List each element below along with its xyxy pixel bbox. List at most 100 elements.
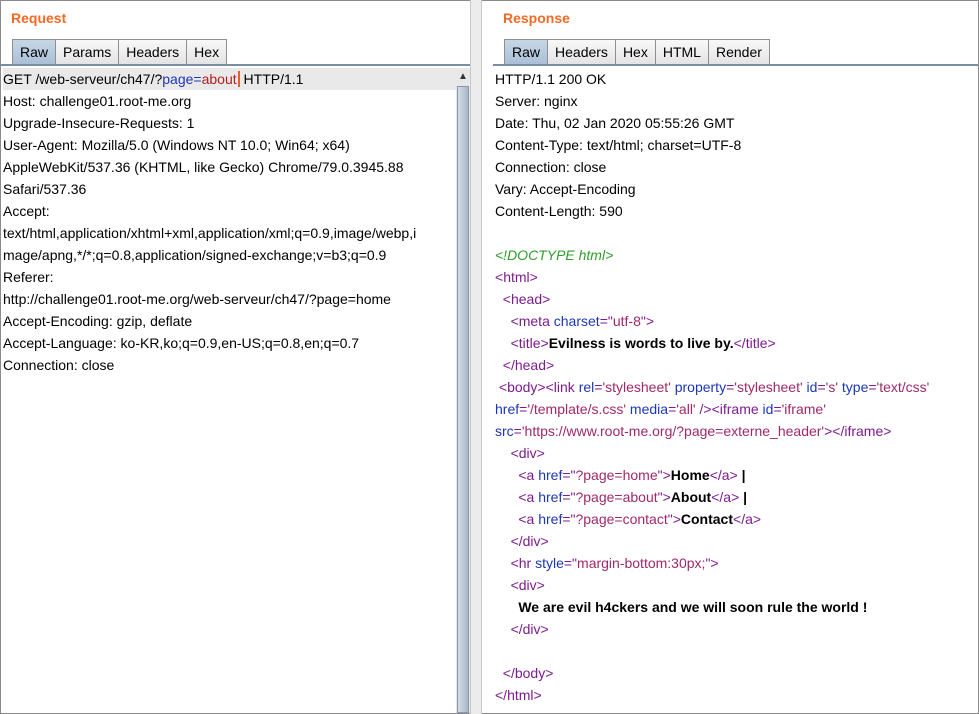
response-body-line: We are evil h4ckers and we will soon rul… — [495, 596, 978, 618]
code-token: 'iframe' — [781, 401, 826, 417]
response-header-line: Content-Length: 590 — [495, 203, 623, 219]
code-token: </a> — [733, 511, 762, 527]
response-body-line — [495, 640, 978, 662]
code-token: <body><link — [498, 379, 579, 395]
code-token: "> — [705, 555, 719, 571]
code-token: media — [626, 401, 669, 417]
code-token: <meta — [510, 313, 554, 329]
response-tab-headers[interactable]: Headers — [547, 39, 616, 65]
request-header-line: Accept-Encoding: gzip, deflate — [3, 313, 193, 329]
request-header-line: Host: challenge01.root-me.org — [3, 93, 192, 109]
request-header-line: http://challenge01.root-me.org/web-serve… — [3, 291, 391, 307]
code-token: <head> — [502, 291, 551, 307]
code-token: "> — [667, 511, 681, 527]
code-token: ?page=home — [575, 467, 658, 483]
request-tab-params[interactable]: Params — [55, 39, 120, 65]
request-header-line: mage/apng,*/*;q=0.8,application/signed-e… — [3, 247, 387, 263]
response-editor[interactable]: HTTP/1.1 200 OK Server: nginx Date: Thu, 0… — [495, 68, 978, 713]
code-token: 'https://www.root-me.org/?page=externe_h… — [521, 423, 825, 439]
request-line-prefix: GET /web-serveur/ch47/? — [3, 71, 163, 87]
request-tab-headers[interactable]: Headers — [118, 39, 188, 65]
scroll-up-icon[interactable]: ▲ — [456, 70, 470, 84]
response-body-line: <a href="?page=about">About</a> | — [495, 486, 978, 508]
request-tab-hex[interactable]: Hex — [186, 39, 228, 65]
response-body-line: src='https://www.root-me.org/?page=exter… — [495, 420, 978, 442]
code-token: > — [529, 269, 538, 285]
code-token: 'text/css' — [876, 379, 930, 395]
code-token: 'all' — [676, 401, 696, 417]
code-token: ?page=contact — [575, 511, 668, 527]
request-editor[interactable]: GET /web-serveur/ch47/?page=about HTTP/1… — [3, 68, 456, 713]
code-token: </head> — [502, 357, 555, 373]
request-title: Request — [11, 10, 67, 26]
request-headers: Host: challenge01.root-me.org Upgrade-Ins… — [3, 90, 456, 376]
code-token: href — [495, 401, 520, 417]
code-token: </div> — [510, 533, 549, 549]
response-tab-render[interactable]: Render — [707, 39, 770, 65]
code-token: 'stylesheet' — [734, 379, 803, 395]
response-tab-hex[interactable]: Hex — [614, 39, 656, 65]
response-header-line: Content-Type: text/html; charset=UTF-8 — [495, 137, 742, 153]
response-body: <!DOCTYPE html> <html> <head> <meta chars… — [495, 244, 978, 706]
code-token: =" — [599, 313, 613, 329]
code-token: We are evil h4ckers and we will soon rul… — [518, 599, 868, 615]
code-token: Home — [670, 467, 710, 483]
code-token: <title> — [510, 335, 549, 351]
request-header-line: Safari/537.36 — [3, 181, 87, 197]
request-header-line: AppleWebKit/537.36 (KHTML, like Gecko) C… — [3, 159, 404, 175]
response-header-line: HTTP/1.1 200 OK — [495, 71, 607, 87]
response-tab-html[interactable]: HTML — [654, 39, 709, 65]
response-header-line: Date: Thu, 02 Jan 2020 05:55:26 GMT — [495, 115, 735, 131]
response-body-line: <a href="?page=contact">Contact</a> — [495, 508, 978, 530]
request-line: GET /web-serveur/ch47/?page=about HTTP/1… — [3, 68, 456, 90]
code-token: =" — [562, 511, 576, 527]
response-body-line: <div> — [495, 442, 978, 464]
response-tab-raw[interactable]: Raw — [504, 39, 549, 65]
response-body-line: <title>Evilness is words to live by.</ti… — [495, 332, 978, 354]
request-pane: Request Raw Params Headers Hex GET /web-… — [0, 0, 470, 714]
code-token: style — [535, 555, 564, 571]
code-token: </title> — [733, 335, 776, 351]
code-token: | — [739, 489, 748, 505]
code-token: href — [538, 467, 563, 483]
code-token: ?page=about — [575, 489, 658, 505]
response-body-line: </div> — [495, 618, 978, 640]
code-token: <a — [518, 511, 539, 527]
code-token: id — [802, 379, 818, 395]
code-token: href — [538, 489, 563, 505]
request-scrollbar[interactable]: ▲ — [456, 68, 470, 713]
request-tab-raw[interactable]: Raw — [12, 39, 57, 65]
request-param-equals: = — [193, 71, 202, 87]
response-header-line: Vary: Accept-Encoding — [495, 181, 636, 197]
scrollbar-thumb[interactable] — [457, 86, 469, 713]
code-token: rel — [578, 379, 595, 395]
response-body-line: <div> — [495, 574, 978, 596]
code-token: = — [868, 379, 877, 395]
response-body-line: <meta charset="utf-8"> — [495, 310, 978, 332]
pane-splitter[interactable] — [470, 0, 482, 714]
response-tabs: Raw Headers Hex HTML Render — [504, 39, 770, 65]
code-token: </body> — [502, 665, 554, 681]
response-body-line: <html> — [495, 266, 978, 288]
code-token: </a> — [711, 489, 740, 505]
response-title: Response — [503, 10, 570, 26]
code-token: <a — [518, 489, 539, 505]
request-header-line: Connection: close — [3, 357, 115, 373]
code-token: = — [817, 379, 826, 395]
request-tab-separator — [1, 64, 470, 66]
response-body-line: <hr style="margin-bottom:30px;"> — [495, 552, 978, 574]
request-header-line: Accept-Language: ko-KR,ko;q=0.9,en-US;q=… — [3, 335, 360, 351]
response-pane: Response Raw Headers Hex HTML Render HTT… — [482, 0, 979, 714]
code-token: About — [670, 489, 712, 505]
code-token: = — [513, 423, 522, 439]
